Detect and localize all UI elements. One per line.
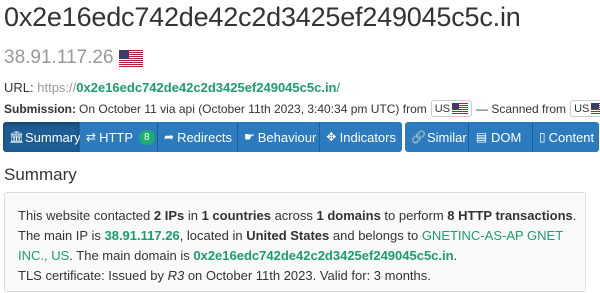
crosshair-icon: ✥ xyxy=(326,130,337,144)
summary-panel: This website contacted 2 IPs in 1 countr… xyxy=(4,192,586,292)
summary-text: This website contacted 2 IPs in 1 countr… xyxy=(18,206,578,286)
tab-summary-label: Summary xyxy=(25,129,81,145)
country-count: 1 countries xyxy=(201,208,271,223)
submitted-from-country-code: US xyxy=(434,102,451,115)
tab-similar[interactable]: 🔗 Similar xyxy=(405,122,469,152)
summary-s10: . xyxy=(453,248,458,263)
summary-s8: and belongs to xyxy=(332,228,419,243)
tab-summary[interactable]: 🏛 Summary xyxy=(3,122,81,152)
url-scheme: https:// xyxy=(37,80,77,95)
us-flag-icon xyxy=(118,49,143,67)
tls-issuer: R3 xyxy=(167,268,185,283)
http-count-badge: 8 xyxy=(139,129,155,145)
tab-dom[interactable]: ▤ DOM xyxy=(469,122,533,152)
tab-redirects-label: Redirects xyxy=(177,129,232,145)
page-title: 0x2e16edc742de42c2d3425ef249045c5c.in xyxy=(4,2,521,32)
tab-content-label: Content xyxy=(548,129,595,145)
main-ip[interactable]: 38.91.117.26 xyxy=(4,47,114,69)
tab-http[interactable]: ⇄ HTTP 8 xyxy=(80,122,158,152)
file-icon: ▯ xyxy=(539,130,546,144)
summary-s4: to perform xyxy=(384,208,444,223)
url-label: URL: xyxy=(4,80,34,95)
tab-indicators-label: Indicators xyxy=(339,129,396,145)
link-icon: 🔗 xyxy=(411,130,426,144)
us-flag-icon xyxy=(591,103,600,114)
main-domain-link[interactable]: 0x2e16edc742de42c2d3425ef249045c5c.in xyxy=(193,248,453,263)
summary-s3: across xyxy=(274,208,313,223)
tab-similar-label: Similar xyxy=(427,129,467,145)
scanned-from-label: — Scanned from xyxy=(476,101,567,116)
url-domain-link[interactable]: 0x2e16edc742de42c2d3425ef249045c5c.in xyxy=(76,80,336,95)
submission-text: On October 11 via api (October 11th 2023… xyxy=(79,101,427,116)
summary-s5: . xyxy=(572,208,577,223)
tab-group-primary: 🏛 Summary ⇄ HTTP 8 ➦ Redirects ☛ Behavio… xyxy=(3,122,402,152)
pointer-icon: ☛ xyxy=(244,130,255,144)
summary-s9: . The main domain is xyxy=(69,248,190,263)
url-suffix: / xyxy=(336,80,341,95)
main-country: United States xyxy=(246,228,330,243)
share-arrow-icon: ➦ xyxy=(164,130,175,144)
tab-group-secondary: 🔗 Similar ▤ DOM ▯ Content xyxy=(405,122,599,152)
us-flag-icon xyxy=(452,103,469,114)
tab-http-label: HTTP xyxy=(99,129,134,145)
ip-line: 38.91.117.26 xyxy=(4,46,143,70)
summary-s6: The main IP is xyxy=(18,228,101,243)
url-line: URL: https://0x2e16edc742de42c2d3425ef24… xyxy=(4,80,340,95)
main-ip-link[interactable]: 38.91.117.26 xyxy=(104,228,179,243)
domain-count: 1 domains xyxy=(316,208,381,223)
tab-redirects[interactable]: ➦ Redirects xyxy=(158,122,238,152)
submission-line: Submission: On October 11 via api (Octob… xyxy=(4,100,600,117)
summary-s2: in xyxy=(187,208,198,223)
tab-content[interactable]: ▯ Content xyxy=(533,122,599,152)
bank-icon: 🏛 xyxy=(9,130,25,144)
tab-behaviour[interactable]: ☛ Behaviour xyxy=(238,122,320,152)
result-tabs: 🏛 Summary ⇄ HTTP 8 ➦ Redirects ☛ Behavio… xyxy=(3,122,599,152)
transaction-count: 8 HTTP transactions xyxy=(447,208,573,223)
submitted-from-country[interactable]: US xyxy=(430,100,473,117)
document-icon: ▤ xyxy=(475,130,488,144)
tab-behaviour-label: Behaviour xyxy=(257,129,317,145)
summary-s1: This website contacted xyxy=(18,208,151,223)
tab-dom-label: DOM xyxy=(491,129,522,145)
tls-prefix: TLS certificate: Issued by xyxy=(18,268,164,283)
summary-heading: Summary xyxy=(4,165,77,184)
scanned-from-country[interactable]: US xyxy=(570,100,600,117)
tls-suffix: on October 11th 2023. Valid for: 3 month… xyxy=(187,268,431,283)
scanned-from-country-code: US xyxy=(574,102,590,115)
ip-count: 2 IPs xyxy=(153,208,185,223)
tab-indicators[interactable]: ✥ Indicators xyxy=(320,122,402,152)
exchange-icon: ⇄ xyxy=(86,130,97,144)
summary-s7: , located in xyxy=(179,228,243,243)
submission-label: Submission: xyxy=(4,101,77,116)
